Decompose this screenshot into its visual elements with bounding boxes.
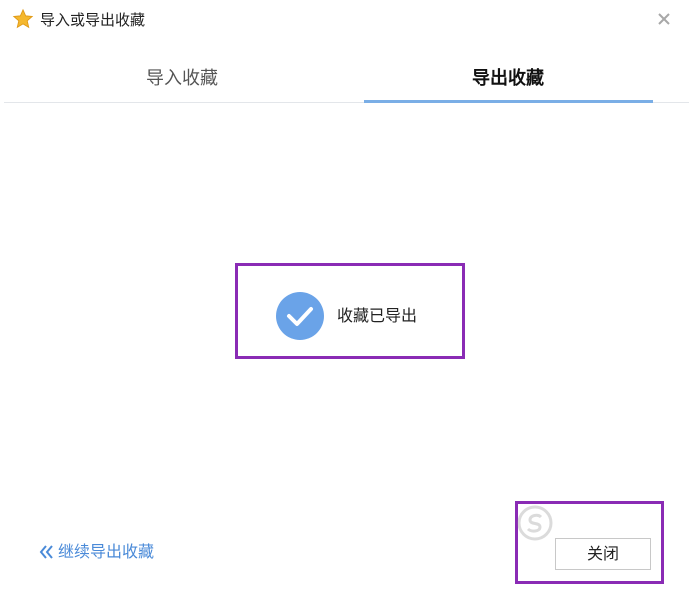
- tab-import-favorites[interactable]: 导入收藏: [52, 64, 312, 94]
- close-button[interactable]: 关闭: [555, 538, 651, 570]
- star-icon: [12, 8, 34, 29]
- dialog-title: 导入或导出收藏: [40, 11, 146, 29]
- continue-export-label: 继续导出收藏: [58, 542, 155, 561]
- import-export-favorites-dialog: 导入或导出收藏 导入收藏 导出收藏 收藏已导出 继续导出收藏 关闭: [0, 0, 691, 591]
- double-chevron-left-icon: [39, 545, 53, 559]
- continue-export-link[interactable]: 继续导出收藏: [38, 540, 154, 564]
- check-circle-icon: [276, 292, 324, 340]
- status-message: 收藏已导出: [337, 306, 418, 325]
- tab-export-favorites[interactable]: 导出收藏: [378, 64, 638, 94]
- close-icon[interactable]: [654, 9, 674, 29]
- title-bar: 导入或导出收藏: [0, 0, 691, 40]
- active-tab-indicator: [364, 100, 653, 103]
- watermark-logo-icon: [517, 505, 553, 541]
